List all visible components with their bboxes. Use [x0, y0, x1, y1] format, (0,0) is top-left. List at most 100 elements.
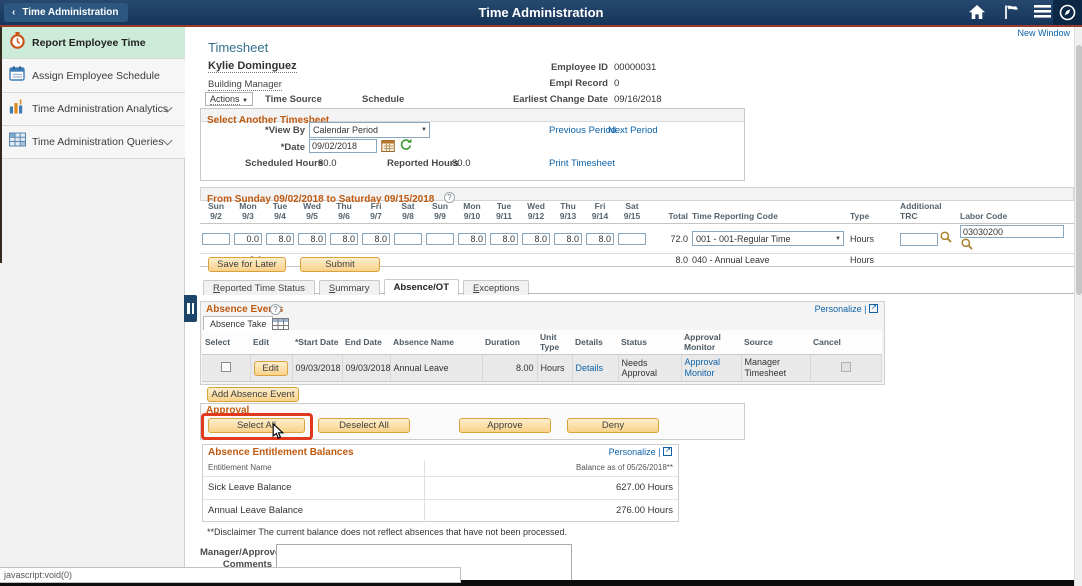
schedule-label: Schedule — [362, 94, 404, 105]
additional-trc-cell — [898, 254, 958, 267]
popout-icon[interactable] — [663, 447, 672, 456]
day-hours-cell — [552, 224, 584, 254]
sidebar-item-time-administration-queries[interactable]: Time Administration Queries — [0, 126, 185, 159]
highlight-rectangle — [201, 413, 313, 440]
trc-select[interactable]: 001 - 001-Regular Time — [692, 231, 844, 246]
report-time-icon — [9, 31, 26, 54]
day-hours-input[interactable] — [266, 233, 294, 245]
tab-exceptions[interactable]: Exceptions — [463, 280, 529, 295]
labor-code-column-header: Labor Code — [958, 201, 1074, 224]
details-link[interactable]: Details — [576, 363, 604, 373]
trc-column-header: Time Reporting Code — [690, 201, 848, 224]
back-button[interactable]: ‹Time Administration — [4, 3, 128, 22]
absence-column-header: Edit — [250, 330, 292, 355]
day-hours-cell — [584, 224, 616, 254]
next-period-link[interactable]: Next Period — [608, 125, 658, 136]
tab-reported-time-status[interactable]: Reported Time Status — [203, 280, 315, 295]
sidebar-item-time-administration-analytics[interactable]: Time Administration Analytics — [0, 93, 185, 126]
absence-column-header: Approval Monitor — [681, 330, 741, 355]
day-hours-input[interactable] — [426, 233, 454, 245]
left-edge-strip — [0, 27, 2, 263]
popout-icon[interactable] — [869, 304, 878, 313]
day-hours-input[interactable] — [234, 233, 262, 245]
day-hours-input[interactable] — [618, 233, 646, 245]
day-column-header: Fri9/14 — [584, 201, 616, 224]
lookup-magnifier-icon[interactable] — [940, 235, 952, 245]
menu-icon[interactable] — [1031, 4, 1053, 21]
day-column-header: Sun9/2 — [200, 201, 232, 224]
additional-trc-input[interactable] — [900, 233, 938, 246]
date-label: *Date — [200, 142, 305, 153]
vertical-scrollbar[interactable] — [1074, 27, 1082, 586]
submit-button[interactable]: Submit — [300, 257, 380, 272]
day-hours-input[interactable] — [522, 233, 550, 245]
absence-column-header: Duration — [482, 330, 537, 355]
time-source-label: Time Source — [265, 94, 322, 105]
absence-personalize[interactable]: Personalize | — [760, 304, 878, 314]
day-hours-input[interactable] — [490, 233, 518, 245]
print-timesheet-link[interactable]: Print Timesheet — [549, 158, 615, 169]
previous-period-link[interactable]: Previous Period — [549, 125, 616, 136]
date-input[interactable] — [309, 139, 377, 153]
save-for-later-button[interactable]: Save for Later — [208, 257, 286, 272]
sidebar-item-report-employee-time[interactable]: Report Employee Time — [0, 27, 185, 59]
scrollbar-thumb[interactable] — [1076, 45, 1082, 295]
refresh-icon[interactable] — [399, 138, 412, 156]
end-date-cell: 09/03/2018 — [342, 355, 390, 382]
employee-name[interactable]: Kylie Dominguez — [208, 60, 297, 73]
navbar-compass-icon[interactable] — [1053, 0, 1082, 25]
select-checkbox[interactable] — [221, 362, 231, 372]
day-hours-input[interactable] — [298, 233, 326, 245]
duration-cell: 8.00 — [482, 355, 537, 382]
flag-icon[interactable] — [1000, 4, 1022, 21]
day-hours-input[interactable] — [554, 233, 582, 245]
additional-trc-column-header: Additional TRC — [898, 201, 958, 224]
home-icon[interactable] — [966, 4, 988, 21]
help-icon[interactable] — [270, 304, 281, 315]
deselect-all-button[interactable]: Deselect All — [318, 418, 410, 433]
approve-button[interactable]: Approve — [459, 418, 551, 433]
trc-cell: 001 - 001-Regular Time — [690, 224, 848, 254]
absence-column-header: Source — [741, 330, 810, 355]
sidebar-item-assign-employee-schedule[interactable]: Assign Employee Schedule — [0, 59, 185, 93]
day-hours-cell — [520, 224, 552, 254]
absence-column-header: Details — [572, 330, 618, 355]
day-hours-input[interactable] — [202, 233, 230, 245]
lookup-magnifier-icon[interactable] — [961, 242, 973, 252]
approval-monitor-cell: Approval Monitor — [681, 355, 741, 382]
new-window-link[interactable]: New Window — [1017, 28, 1070, 38]
day-hours-cell — [552, 254, 584, 267]
absence-take-subtab[interactable]: Absence Take — [203, 316, 273, 330]
actions-dropdown[interactable]: Actions ▼ — [205, 92, 253, 106]
entitlement-balance: 627.00 Hours — [616, 482, 673, 493]
balance-row: Annual Leave Balance276.00 Hours — [203, 499, 678, 522]
day-hours-input[interactable] — [394, 233, 422, 245]
day-hours-input[interactable] — [330, 233, 358, 245]
mouse-cursor — [272, 423, 285, 445]
edit-button[interactable]: Edit — [254, 361, 288, 376]
day-hours-input[interactable] — [458, 233, 486, 245]
entitlement-name: Sick Leave Balance — [208, 482, 291, 493]
absence-column-header: Cancel — [810, 330, 881, 355]
choose-date-calendar-icon[interactable] — [381, 139, 395, 157]
approval-monitor-link[interactable]: Approval Monitor — [685, 357, 729, 379]
earliest-change-value: 09/16/2018 — [614, 94, 662, 105]
browser-status-bar: javascript:void(0) — [0, 567, 461, 583]
balances-personalize[interactable]: Personalize | — [609, 447, 672, 457]
day-hours-cell — [424, 254, 456, 267]
view-by-select[interactable]: Calendar Period — [309, 122, 430, 138]
day-hours-cell — [584, 254, 616, 267]
sidebar-collapse-handle[interactable] — [184, 295, 197, 322]
balance-asof-header: Balance as of 05/26/2018** — [576, 463, 673, 472]
analytics-icon — [9, 99, 24, 120]
employee-job-title[interactable]: Building Manager — [208, 79, 282, 91]
labor-code-input[interactable] — [960, 225, 1064, 238]
tab-summary[interactable]: Summary — [319, 280, 380, 295]
absence-name-cell: Annual Leave — [390, 355, 482, 382]
timesheet-tabs: Reported Time Status Summary Absence/OT Exc… — [203, 277, 1074, 294]
tab-absence-ot[interactable]: Absence/OT — [384, 279, 459, 295]
add-absence-event-button[interactable]: Add Absence Event — [207, 387, 299, 402]
day-hours-input[interactable] — [362, 233, 390, 245]
deny-button[interactable]: Deny — [567, 418, 659, 433]
day-hours-input[interactable] — [586, 233, 614, 245]
